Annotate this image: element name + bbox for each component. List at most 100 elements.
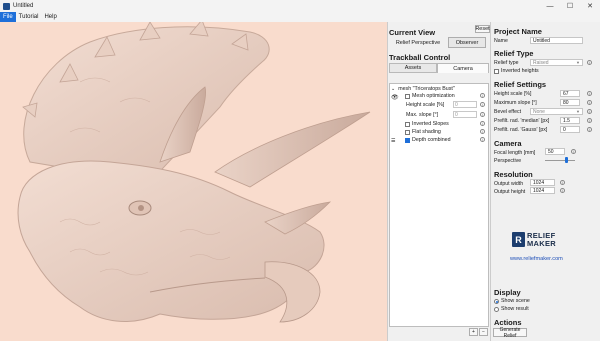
max-slope-input[interactable]: 80 <box>560 99 580 106</box>
depth-combined-checkbox[interactable] <box>405 137 410 143</box>
output-width-label: Output width <box>494 181 524 187</box>
asset-height-scale-input[interactable]: 0 <box>453 101 477 108</box>
asset-max-slope-label: Max. slope [°] <box>406 112 439 118</box>
window-title: Untitled <box>13 3 34 9</box>
info-icon[interactable]: i <box>587 118 592 123</box>
max-slope-label: Maximum slope [°] <box>494 100 537 106</box>
show-scene-option[interactable]: Show scene <box>494 298 530 304</box>
info-icon[interactable]: i <box>560 180 565 185</box>
depth-combined-label: Depth combined <box>412 137 451 143</box>
info-icon[interactable]: i <box>571 149 576 154</box>
relief-height-scale-input[interactable]: 67 <box>560 90 580 97</box>
relief-type-select[interactable]: Raised ▼ <box>530 59 583 66</box>
relief-type-value: Raised <box>533 60 549 66</box>
relief-settings-title: Relief Settings <box>494 80 547 89</box>
inverted-heights-checkbox[interactable] <box>494 68 499 74</box>
reset-view-button[interactable]: Reset <box>475 25 490 33</box>
asset-height-scale-label: Height scale [%] <box>406 102 445 108</box>
asset-max-slope-input[interactable]: 0 <box>453 111 477 118</box>
asset-list <box>389 83 489 327</box>
3d-viewport[interactable] <box>0 22 387 341</box>
show-result-radio[interactable] <box>494 306 499 312</box>
tab-assets[interactable]: Assets <box>389 63 437 73</box>
show-result-option[interactable]: Show result <box>494 306 529 312</box>
bevel-effect-select[interactable]: None ▼ <box>530 108 583 115</box>
inverted-slopes-label: Inverted Slopes <box>412 121 449 127</box>
list-icon[interactable]: ☰ <box>391 138 395 144</box>
info-icon[interactable]: i <box>480 102 485 107</box>
eye-icon[interactable]: 👁 <box>391 94 399 101</box>
flat-shading-checkbox[interactable] <box>405 129 410 135</box>
minimize-button[interactable]: — <box>540 0 560 12</box>
depth-combined-row[interactable]: Depth combined <box>405 137 451 143</box>
mesh-name: mesh "Triceratops Bust" <box>398 86 455 92</box>
show-scene-label: Show scene <box>501 298 530 304</box>
info-icon[interactable]: i <box>480 137 485 142</box>
relief-maker-wordmark: RELIEF MAKER <box>527 232 556 247</box>
trackball-tabs: Assets Camera <box>389 63 489 73</box>
project-name-title: Project Name <box>494 27 542 36</box>
chevron-down-icon: ▼ <box>576 60 580 65</box>
info-icon[interactable]: i <box>587 60 592 65</box>
relief-height-scale-label: Height scale [%] <box>494 91 532 97</box>
info-icon[interactable]: i <box>587 109 592 114</box>
focal-length-label: Focal length [mm] <box>494 150 536 156</box>
app-icon <box>3 2 10 10</box>
inverted-slopes-checkbox[interactable] <box>405 121 410 127</box>
info-icon[interactable]: i <box>587 91 592 96</box>
inverted-heights-row[interactable]: Inverted heights <box>494 68 539 74</box>
menu-help[interactable]: Help <box>41 12 59 22</box>
mesh-optimization-checkbox[interactable] <box>405 93 410 99</box>
info-icon[interactable]: i <box>560 188 565 193</box>
info-icon[interactable]: i <box>587 127 592 132</box>
maximize-button[interactable]: ☐ <box>560 0 580 12</box>
info-icon[interactable]: i <box>587 100 592 105</box>
perspective-slider-thumb[interactable] <box>564 157 568 163</box>
generate-relief-button[interactable]: Generate Relief <box>493 327 527 339</box>
flat-shading-row[interactable]: Flat shading <box>405 129 441 135</box>
triceratops-bust-model <box>17 22 371 323</box>
inverted-slopes-row[interactable]: Inverted Slopes <box>405 121 449 127</box>
show-result-label: Show result <box>501 306 529 312</box>
perspective-slider[interactable] <box>545 160 575 161</box>
output-height-input[interactable]: 1024 <box>530 187 555 194</box>
prefilt-median-input[interactable]: 1.5 <box>560 117 580 124</box>
current-view-title: Current View <box>389 28 436 37</box>
relief-maker-logo: R <box>512 232 525 247</box>
info-icon[interactable]: i <box>480 129 485 134</box>
menu-tutorial[interactable]: Tutorial <box>16 12 42 22</box>
relief-perspective-button[interactable]: Relief Perspective <box>391 38 445 48</box>
add-asset-button[interactable]: + <box>469 328 478 336</box>
remove-asset-button[interactable]: − <box>479 328 488 336</box>
show-scene-radio[interactable] <box>494 298 499 304</box>
observer-button[interactable]: Observer <box>448 37 486 48</box>
focal-length-input[interactable]: 50 <box>545 148 565 155</box>
relief-type-label: Relief type <box>494 60 519 66</box>
visibility-toggle[interactable]: 👁 <box>391 94 399 101</box>
flat-shading-label: Flat shading <box>412 129 441 135</box>
info-icon[interactable]: i <box>480 112 485 117</box>
display-title: Display <box>494 288 521 297</box>
website-link[interactable]: www.reliefmaker.com <box>510 256 563 262</box>
resolution-title: Resolution <box>494 170 533 179</box>
mesh-optimization-row[interactable]: Mesh optimization <box>405 93 455 99</box>
prefilt-median-label: Prefilt. rad. 'median' [px] <box>494 118 550 124</box>
project-name-label: Name <box>494 38 508 44</box>
menu-file[interactable]: File <box>0 12 16 22</box>
prefilt-gauss-label: Prefilt. rad. 'Gauss' [px] <box>494 127 548 133</box>
tab-camera[interactable]: Camera <box>437 63 489 73</box>
output-height-label: Output height <box>494 189 526 195</box>
bevel-effect-value: None <box>533 109 545 115</box>
info-icon[interactable]: i <box>480 93 485 98</box>
chevron-down-icon: ▼ <box>576 109 580 114</box>
collapse-arrow-icon[interactable]: ⌄ <box>391 86 395 92</box>
output-width-input[interactable]: 1024 <box>530 179 555 186</box>
project-name-input[interactable]: Untitled <box>530 37 583 44</box>
prefilt-gauss-input[interactable]: 0 <box>560 126 580 133</box>
title-bar: Untitled — ☐ ✕ <box>0 0 600 12</box>
list-icon-row: ☰ <box>391 138 395 144</box>
mesh-row[interactable]: ⌄ mesh "Triceratops Bust" <box>391 86 455 92</box>
close-button[interactable]: ✕ <box>580 0 600 12</box>
bevel-effect-label: Bevel effect <box>494 109 522 115</box>
info-icon[interactable]: i <box>480 121 485 126</box>
